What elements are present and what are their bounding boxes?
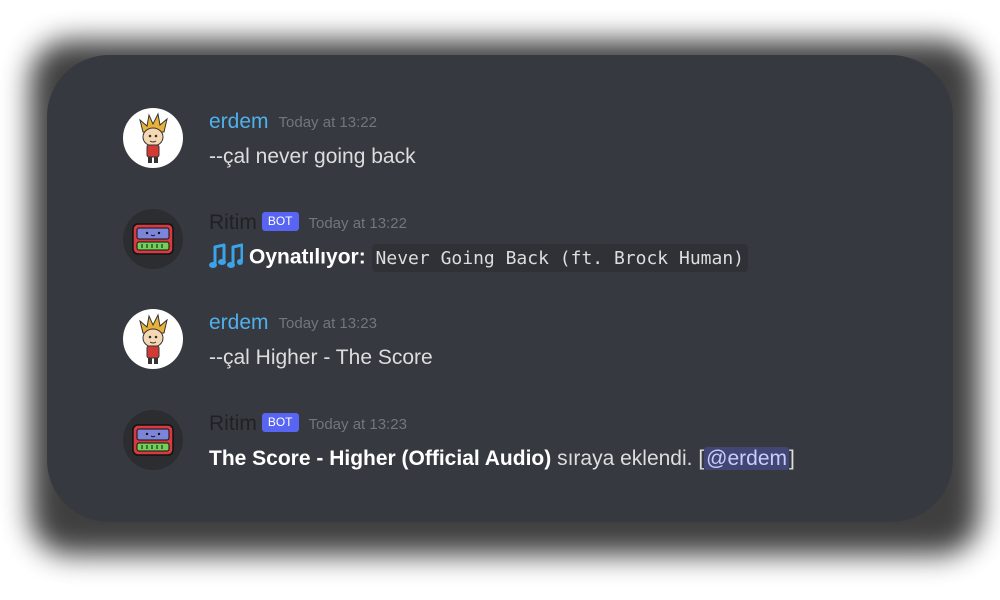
message-text: --çal Higher - The Score	[209, 346, 433, 369]
bot-badge: BOT	[261, 412, 299, 432]
calvin-avatar-icon	[139, 112, 168, 163]
message-text: Oynatılıyor: Never Going Back (ft. Brock…	[209, 241, 749, 275]
timestamp[interactable]: Today at 13:22	[309, 215, 407, 232]
bot-avatar[interactable]	[123, 410, 183, 470]
timestamp[interactable]: Today at 13:23	[279, 315, 377, 332]
username[interactable]: Ritim	[209, 211, 257, 234]
message-header: erdem Today at 13:22	[209, 110, 377, 134]
chat-card: erdem Today at 13:22 --çal never going ba…	[47, 55, 953, 522]
message-header: Ritim BOT Today at 13:22	[209, 211, 407, 235]
bot-avatar[interactable]	[123, 209, 183, 269]
user-mention[interactable]: @erdem	[704, 447, 789, 470]
closing-bracket: ]	[789, 447, 795, 470]
message-text: The Score - Higher (Official Audio) sıra…	[209, 447, 795, 471]
track-title: The Score - Higher (Official Audio)	[209, 447, 552, 470]
track-code: Never Going Back (ft. Brock Human)	[371, 243, 749, 272]
now-playing-label: Oynatılıyor:	[249, 245, 366, 269]
timestamp[interactable]: Today at 13:22	[279, 114, 377, 131]
timestamp[interactable]: Today at 13:23	[309, 416, 407, 433]
message-header: Ritim BOT Today at 13:23	[209, 412, 407, 436]
user-avatar[interactable]	[123, 108, 183, 168]
username[interactable]: Ritim	[209, 412, 257, 435]
user-avatar[interactable]	[123, 309, 183, 369]
music-notes-icon	[209, 241, 244, 275]
queued-text: sıraya eklendi. [	[551, 447, 705, 470]
username[interactable]: erdem	[209, 110, 269, 133]
message-header: erdem Today at 13:23	[209, 311, 377, 335]
bot-badge: BOT	[261, 211, 299, 231]
radio-bot-icon	[132, 223, 174, 255]
username[interactable]: erdem	[209, 311, 269, 334]
message-text: --çal never going back	[209, 145, 416, 168]
radio-bot-icon	[132, 424, 174, 456]
calvin-avatar-icon	[139, 313, 168, 364]
